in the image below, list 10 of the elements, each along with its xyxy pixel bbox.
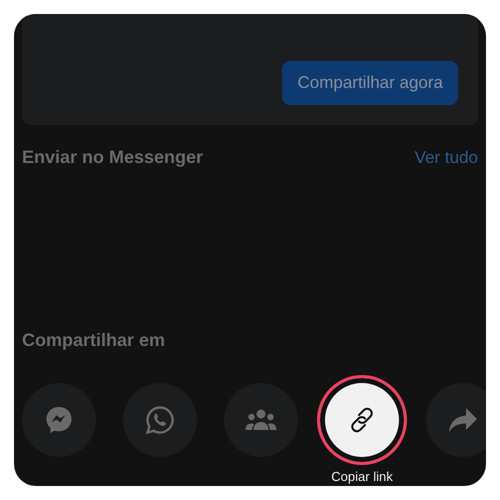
people-icon	[245, 408, 277, 432]
share-share-button[interactable]	[426, 383, 486, 457]
messenger-icon	[44, 405, 74, 435]
see-all-link[interactable]: Ver tudo	[414, 148, 478, 168]
section-title: Compartilhar em	[22, 330, 166, 351]
section-title: Enviar no Messenger	[22, 147, 204, 168]
share-now-button[interactable]: Compartilhar agora	[282, 61, 458, 105]
phone-chat-icon	[144, 404, 176, 436]
share-arrow-icon	[448, 406, 478, 434]
share-label: Copiar link	[331, 469, 393, 484]
